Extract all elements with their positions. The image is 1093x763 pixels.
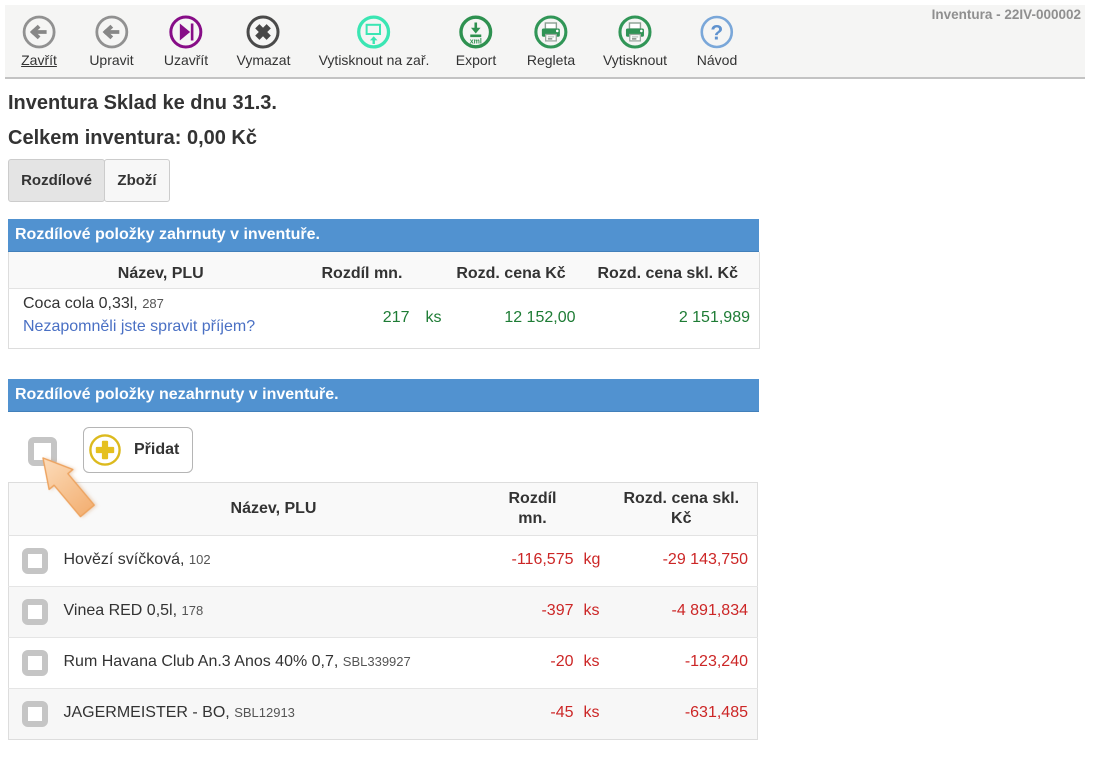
- svg-text:?: ?: [711, 22, 724, 45]
- svg-text:xml: xml: [470, 39, 482, 46]
